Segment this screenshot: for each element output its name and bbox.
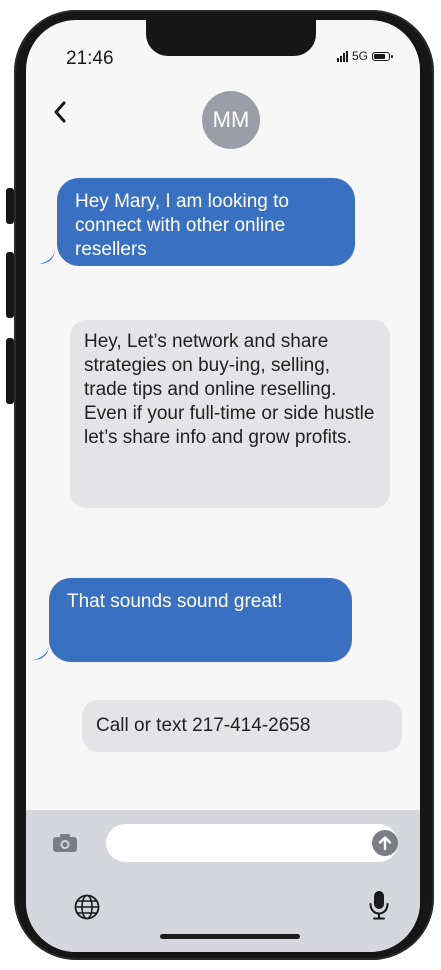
message-bubble-sent[interactable]: Hey Mary, I am looking to connect with o… — [57, 178, 355, 266]
message-bubble-received[interactable]: Call or text 217-414-2658 — [82, 700, 402, 752]
composer-bar — [26, 810, 420, 952]
notch — [146, 20, 316, 56]
message-text: Call or text 217-414-2658 — [96, 715, 311, 736]
globe-icon — [74, 894, 100, 920]
camera-button[interactable] — [50, 828, 80, 858]
message-text: Hey, Let’s network and share strategies … — [84, 331, 375, 448]
bubble-tail — [33, 644, 49, 660]
signal-icon — [336, 50, 348, 62]
globe-button[interactable] — [72, 892, 102, 922]
status-time: 21:46 — [66, 48, 114, 69]
back-button[interactable] — [48, 96, 72, 128]
screen: 21:46 5G MM Hey Mary, I am looking to co… — [26, 20, 420, 952]
volume-down-button — [6, 338, 14, 404]
battery-icon — [372, 51, 393, 61]
send-button[interactable] — [372, 830, 398, 856]
battery-level — [374, 53, 386, 59]
chevron-left-icon — [54, 101, 66, 123]
message-bubble-received[interactable]: Hey, Let’s network and share strategies … — [70, 320, 390, 508]
message-text: Hey Mary, I am looking to connect with o… — [75, 191, 290, 260]
arrow-up-icon — [378, 836, 392, 851]
network-type: 5G — [351, 49, 368, 63]
camera-icon — [53, 834, 77, 852]
microphone-button[interactable] — [366, 888, 392, 922]
mute-switch — [6, 188, 14, 224]
message-input[interactable] — [106, 824, 398, 862]
contact-avatar[interactable]: MM — [202, 91, 260, 149]
home-indicator[interactable] — [160, 934, 300, 939]
volume-up-button — [6, 252, 14, 318]
bubble-tail — [39, 248, 55, 264]
status-indicators: 5G — [336, 49, 393, 63]
message-bubble-sent[interactable]: That sounds sound great! — [49, 578, 352, 662]
microphone-icon — [369, 891, 389, 920]
message-text: That sounds sound great! — [67, 591, 283, 612]
